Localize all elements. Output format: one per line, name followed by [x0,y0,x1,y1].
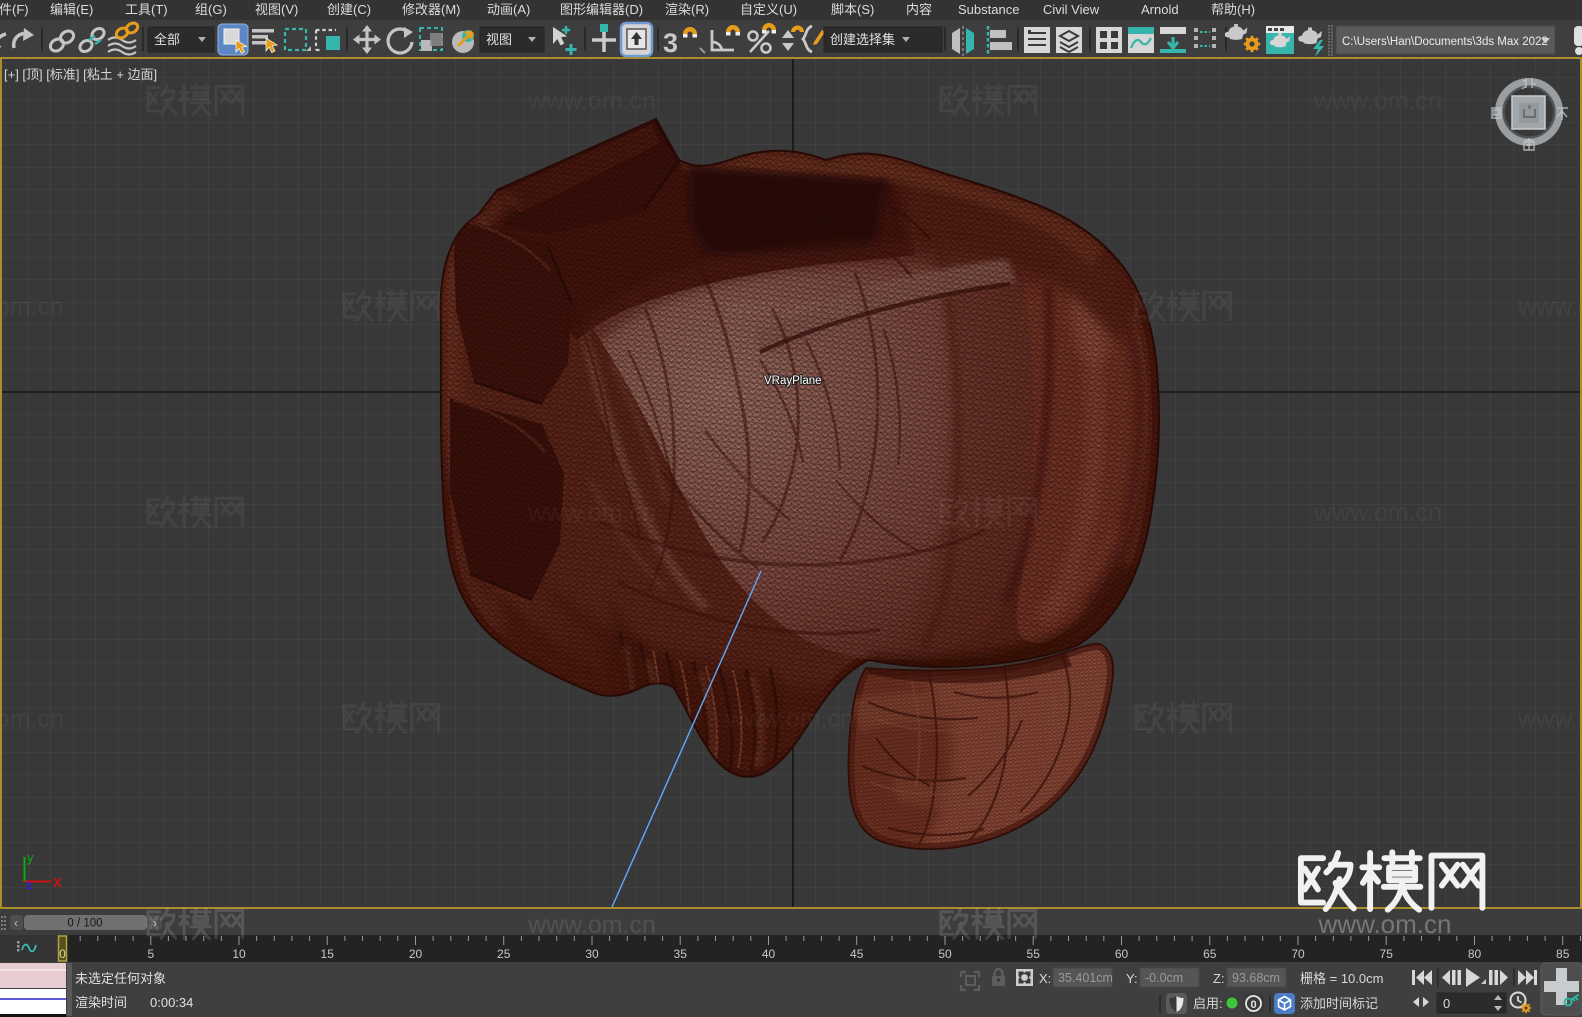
svg-text:www.om.cn: www.om.cn [1313,87,1442,115]
svg-text:30: 30 [585,947,599,961]
svg-text:内容: 内容 [906,2,932,17]
svg-text:60: 60 [1115,947,1129,961]
svg-text:自定义(U): 自定义(U) [740,2,797,17]
svg-text:3: 3 [663,28,678,58]
svg-text:X:: X: [1039,971,1051,986]
svg-text:[+] [顶] [标准] [粘土 + 边面]: [+] [顶] [标准] [粘土 + 边面] [4,67,157,82]
svg-text:0:00:34: 0:00:34 [150,995,193,1010]
svg-text:脚本(S): 脚本(S) [831,2,874,17]
svg-text:www.om.cn: www.om.cn [0,293,64,321]
svg-text:0: 0 [1250,999,1256,1011]
svg-text:www.om.cn: www.om.cn [1313,499,1442,527]
svg-text:15: 15 [321,947,335,961]
svg-text:Arnold: Arnold [1141,2,1179,17]
svg-text:50: 50 [938,947,952,961]
svg-text:Z:: Z: [1213,971,1225,986]
svg-text:www.om.cn: www.om.cn [1517,705,1582,733]
svg-text:z: z [26,878,32,892]
svg-text:0: 0 [59,947,66,961]
svg-text:45: 45 [850,947,864,961]
svg-text:www.om.cn: www.om.cn [1318,909,1452,939]
svg-text:www.om.cn: www.om.cn [725,705,854,733]
svg-text:修改器(M): 修改器(M) [402,2,461,17]
svg-text:启用:: 启用: [1193,996,1223,1011]
svg-text:视图: 视图 [486,32,512,47]
svg-text:C:\Users\Han\Documents\3ds Max: C:\Users\Han\Documents\3ds Max 2022 [1342,36,1548,48]
svg-text:www.om.cn: www.om.cn [1517,293,1582,321]
svg-text:80: 80 [1468,947,1482,961]
svg-text:www.om.cn: www.om.cn [527,499,656,527]
svg-text:编辑(E): 编辑(E) [50,2,93,17]
svg-text:Civil View: Civil View [1043,2,1100,17]
svg-text:视图(V): 视图(V) [255,2,298,17]
svg-text:70: 70 [1291,947,1305,961]
svg-text:www.om.cn: www.om.cn [527,911,656,939]
svg-text:工具(T): 工具(T) [125,2,168,17]
svg-text:X: X [53,875,62,890]
svg-text:栅格 = 10.0cm: 栅格 = 10.0cm [1300,971,1383,986]
svg-text:5: 5 [147,947,154,961]
svg-text:85: 85 [1556,947,1570,961]
svg-text:全部: 全部 [154,32,180,47]
svg-text:Substance: Substance [958,2,1019,17]
svg-text:创建选择集: 创建选择集 [830,32,895,47]
svg-text:0 / 100: 0 / 100 [67,918,102,930]
svg-text:25: 25 [497,947,511,961]
svg-text:0: 0 [1443,996,1450,1011]
svg-text:10: 10 [232,947,246,961]
svg-text:y: y [27,850,34,865]
svg-text:-0.0cm: -0.0cm [1145,971,1183,985]
svg-text:75: 75 [1380,947,1394,961]
svg-text:渲染(R): 渲染(R) [665,2,709,17]
svg-text:VRayPlane: VRayPlane [764,375,822,387]
svg-text:渲染时间: 渲染时间 [75,995,127,1010]
svg-text:Y:: Y: [1126,971,1138,986]
svg-text:20: 20 [409,947,423,961]
svg-text:35.401cm: 35.401cm [1058,971,1113,985]
svg-text:93.68cm: 93.68cm [1232,971,1280,985]
svg-text:添加时间标记: 添加时间标记 [1300,996,1378,1011]
svg-text:‹: ‹ [14,916,18,930]
svg-text:创建(C): 创建(C) [327,2,371,17]
svg-text:帮助(H): 帮助(H) [1211,2,1255,17]
svg-text:动画(A): 动画(A) [487,2,530,17]
svg-text:40: 40 [762,947,776,961]
svg-text:组(G): 组(G) [195,2,227,17]
svg-text:55: 55 [1027,947,1041,961]
svg-text:图形编辑器(D): 图形编辑器(D) [560,2,643,17]
svg-text:65: 65 [1203,947,1217,961]
svg-text:www.om.cn: www.om.cn [527,87,656,115]
svg-text:www.om.cn: www.om.cn [725,293,854,321]
svg-text:文件(F): 文件(F) [0,2,29,17]
svg-text:www.om.cn: www.om.cn [0,705,64,733]
svg-text:未选定任何对象: 未选定任何对象 [75,971,166,986]
svg-text:35: 35 [674,947,688,961]
